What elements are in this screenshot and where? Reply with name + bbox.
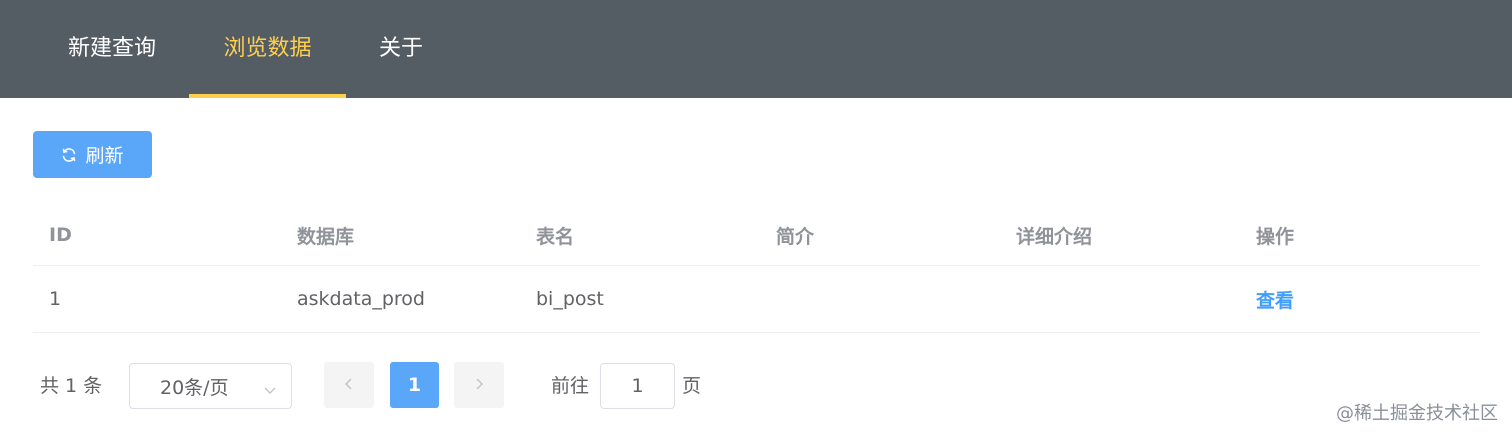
goto-suffix-label: 页 [682, 375, 702, 397]
goto-prefix-label: 前往 [551, 375, 590, 397]
page-size-select[interactable]: 20条/页 [129, 363, 292, 409]
cell-database: askdata_prod [297, 288, 425, 310]
column-header-detail: 详细介绍 [1016, 225, 1093, 248]
watermark: @稀土掘金技术社区 [1336, 403, 1498, 424]
table-row: 1 askdata_prod bi_post 查看 [33, 266, 1480, 333]
chevron-left-icon [343, 376, 355, 395]
table-header-row: ID 数据库 表名 简介 详细介绍 操作 [33, 205, 1480, 266]
page-number-current[interactable]: 1 [390, 362, 439, 408]
top-navigation-bar: 新建查询 浏览数据 关于 [0, 0, 1512, 98]
cell-id: 1 [49, 288, 62, 310]
column-header-database: 数据库 [297, 225, 355, 248]
refresh-icon [61, 147, 77, 163]
cell-action: 查看 [1256, 266, 1294, 332]
prev-page-button[interactable] [324, 362, 374, 408]
nav-tab-new-query[interactable]: 新建查询 [34, 0, 190, 98]
column-header-table-name: 表名 [536, 225, 575, 248]
next-page-button[interactable] [454, 362, 504, 408]
page-size-value: 20条/页 [160, 376, 229, 399]
data-table: ID 数据库 表名 简介 详细介绍 操作 1 askdata_prod bi_p… [33, 205, 1480, 333]
column-header-action: 操作 [1256, 225, 1295, 248]
goto-page-input[interactable] [600, 363, 675, 409]
column-header-id: ID [49, 224, 72, 246]
nav-tab-browse-data[interactable]: 浏览数据 [189, 0, 346, 98]
nav-tab-about[interactable]: 关于 [346, 0, 456, 98]
chevron-down-icon [263, 380, 277, 402]
column-header-summary: 简介 [776, 225, 815, 248]
cell-table-name: bi_post [536, 288, 604, 310]
refresh-button-label: 刷新 [85, 145, 124, 167]
refresh-button[interactable]: 刷新 [33, 131, 152, 178]
pagination-total: 共 1 条 [40, 375, 103, 397]
chevron-right-icon [473, 376, 485, 395]
view-link[interactable]: 查看 [1256, 286, 1294, 313]
